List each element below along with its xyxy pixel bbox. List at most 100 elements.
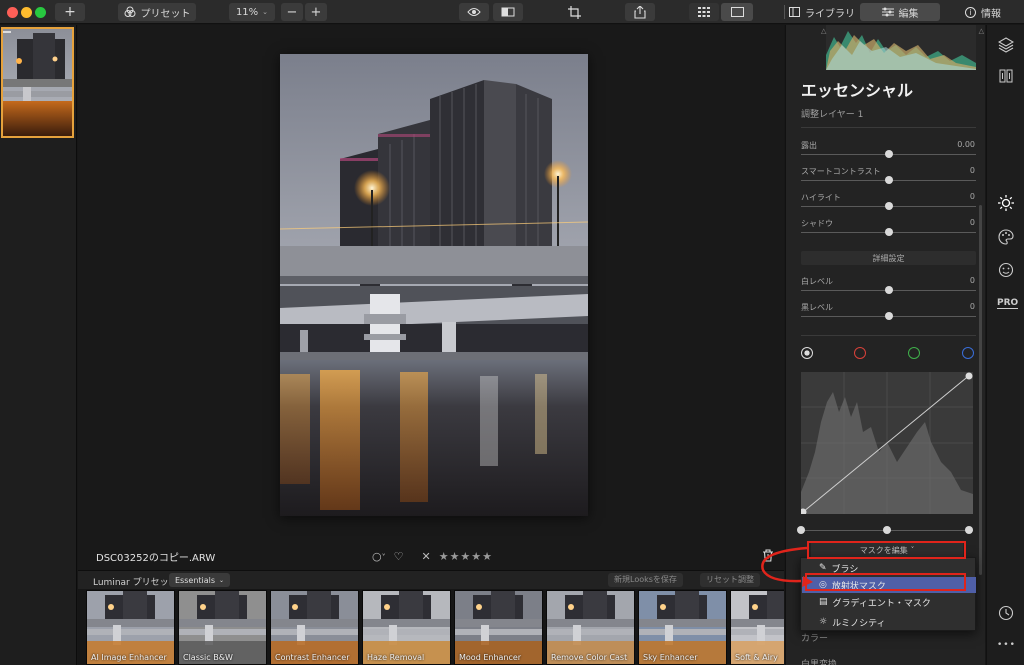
- tab-edit-label: 編集: [898, 8, 919, 20]
- add-photos-button[interactable]: +: [55, 3, 85, 21]
- tab-info[interactable]: i 情報: [944, 3, 1022, 21]
- mask-menu-item-label: グラディエント・マスク: [832, 598, 931, 609]
- slider-knob[interactable]: [884, 228, 893, 236]
- preset-thumbnail[interactable]: Classic B&W: [178, 590, 267, 665]
- slider-knob[interactable]: [884, 150, 893, 158]
- clock-history-icon[interactable]: [998, 605, 1014, 621]
- photo-filename: DSC03252のコピー.ARW: [96, 553, 216, 564]
- tab-edit[interactable]: 編集: [860, 3, 940, 21]
- single-view-button[interactable]: [721, 3, 753, 21]
- slider-knob[interactable]: [884, 202, 893, 210]
- section-title[interactable]: エッセンシャル: [801, 77, 913, 101]
- preset-thumbnail[interactable]: AI Image Enhancer: [86, 590, 175, 665]
- grid-view-button[interactable]: [689, 3, 719, 21]
- slider-value[interactable]: 0: [970, 166, 975, 175]
- presets-category-select[interactable]: Essentials ⌄: [169, 573, 231, 587]
- pro-tools-icon[interactable]: PRO: [997, 298, 1019, 309]
- preset-thumbnail[interactable]: Sky Enhancer: [638, 590, 727, 665]
- curve-channel-blue[interactable]: [962, 347, 974, 359]
- curve-channel-green[interactable]: [908, 347, 920, 359]
- layers-icon[interactable]: [998, 37, 1014, 53]
- share-icon: [634, 5, 646, 19]
- brush-icon: ✎: [819, 563, 827, 573]
- panel-scrollbar[interactable]: [979, 205, 982, 575]
- curve-channel-rgb[interactable]: [801, 347, 813, 359]
- mask-menu-item[interactable]: ☼ ルミノシティ: [802, 614, 976, 630]
- plus-icon: +: [310, 4, 322, 20]
- slider-track[interactable]: [801, 150, 976, 158]
- save-look-button[interactable]: 新規Looksを保存: [608, 573, 683, 587]
- divider: [801, 127, 976, 128]
- highlight-radial-mask: [805, 573, 966, 591]
- reject-icon[interactable]: ✕: [421, 550, 430, 563]
- curve-levels-slider[interactable]: [797, 526, 973, 534]
- minimize-window-button[interactable]: [21, 7, 32, 18]
- creative-palette-icon[interactable]: [998, 229, 1014, 245]
- grid-icon: [698, 7, 710, 17]
- presets-header: Luminar プリセット Essentials ⌄ 新規Looksを保存 リセ…: [78, 570, 784, 589]
- zoom-in-button[interactable]: +: [305, 3, 327, 21]
- slider-value[interactable]: 0: [970, 218, 975, 227]
- levels-black-knob[interactable]: [797, 526, 805, 534]
- preset-thumbnail[interactable]: Haze Removal: [362, 590, 451, 665]
- close-window-button[interactable]: [7, 7, 18, 18]
- presets-button[interactable]: プリセット: [118, 3, 196, 21]
- slider-value[interactable]: 0.00: [957, 140, 975, 149]
- slider-knob[interactable]: [884, 312, 893, 320]
- preset-thumbnail[interactable]: Contrast Enhancer: [270, 590, 359, 665]
- essentials-sun-icon[interactable]: [998, 195, 1014, 211]
- chevron-down-icon: ⌄: [219, 576, 225, 584]
- sliders-icon: [881, 7, 894, 17]
- slider-value[interactable]: 0: [970, 276, 975, 285]
- slider-value[interactable]: 0: [970, 192, 975, 201]
- slider-label: 露出: [801, 141, 817, 150]
- layer-label: 調整レイヤー 1: [801, 110, 864, 120]
- preview-toggle-button[interactable]: [459, 3, 489, 21]
- compare-button[interactable]: [493, 3, 523, 21]
- heart-icon[interactable]: ♡: [394, 550, 404, 563]
- slider-track[interactable]: [801, 176, 976, 184]
- reset-adjustments-button[interactable]: リセット調整: [700, 573, 760, 587]
- tab-library[interactable]: ライブラリ: [788, 3, 856, 21]
- crop-button[interactable]: [559, 3, 589, 21]
- preset-thumbnail[interactable]: Soft & Airy: [730, 590, 784, 665]
- slider-label: 白レベル: [801, 277, 833, 286]
- highlight-edit-mask: [807, 541, 966, 559]
- advanced-settings-button[interactable]: 詳細設定: [801, 251, 976, 265]
- preset-label: Haze Removal: [367, 653, 425, 662]
- filmstrip-thumbnail-selected[interactable]: [1, 27, 74, 138]
- slider-value[interactable]: 0: [970, 302, 975, 311]
- more-options-icon[interactable]: •••: [997, 640, 1016, 650]
- mask-menu-item[interactable]: ▤ グラディエント・マスク: [802, 594, 976, 610]
- photo-canvas[interactable]: [78, 25, 784, 570]
- preset-thumbnail[interactable]: Remove Color Cast: [546, 590, 635, 665]
- zoom-select[interactable]: 11% ⌄: [229, 3, 275, 21]
- share-button[interactable]: [625, 3, 655, 21]
- zoom-out-button[interactable]: −: [281, 3, 303, 21]
- slider-track[interactable]: [801, 286, 976, 294]
- portrait-face-icon[interactable]: [998, 262, 1014, 278]
- slider-track[interactable]: [801, 228, 976, 236]
- presets-row: AI Image Enhancer Classic B&W Contrast Enh…: [78, 589, 784, 665]
- zoom-window-button[interactable]: [35, 7, 46, 18]
- slider-track[interactable]: [801, 312, 976, 320]
- color-section-header[interactable]: カラー: [801, 631, 828, 644]
- history-icon[interactable]: [998, 68, 1014, 84]
- highlight-clip-icon[interactable]: △: [979, 27, 984, 35]
- curve-channel-red[interactable]: [854, 347, 866, 359]
- shadow-clip-icon[interactable]: △: [821, 27, 826, 35]
- slider-track[interactable]: [801, 202, 976, 210]
- slider-knob[interactable]: [884, 286, 893, 294]
- levels-mid-knob[interactable]: [883, 526, 891, 534]
- slider-knob[interactable]: [884, 176, 893, 184]
- star-rating[interactable]: ★★★★★: [439, 550, 493, 563]
- flag-button[interactable]: ○˅: [372, 550, 386, 563]
- levels-white-knob[interactable]: [965, 526, 973, 534]
- preset-label: Remove Color Cast: [551, 653, 628, 662]
- bw-section-header[interactable]: 白黒変換: [801, 657, 837, 665]
- tone-curve[interactable]: [799, 372, 973, 516]
- histogram: △ △: [821, 25, 984, 70]
- tab-library-label: ライブラリ: [805, 8, 855, 20]
- preset-thumbnail[interactable]: Mood Enhancer: [454, 590, 543, 665]
- main-photo[interactable]: [280, 54, 588, 516]
